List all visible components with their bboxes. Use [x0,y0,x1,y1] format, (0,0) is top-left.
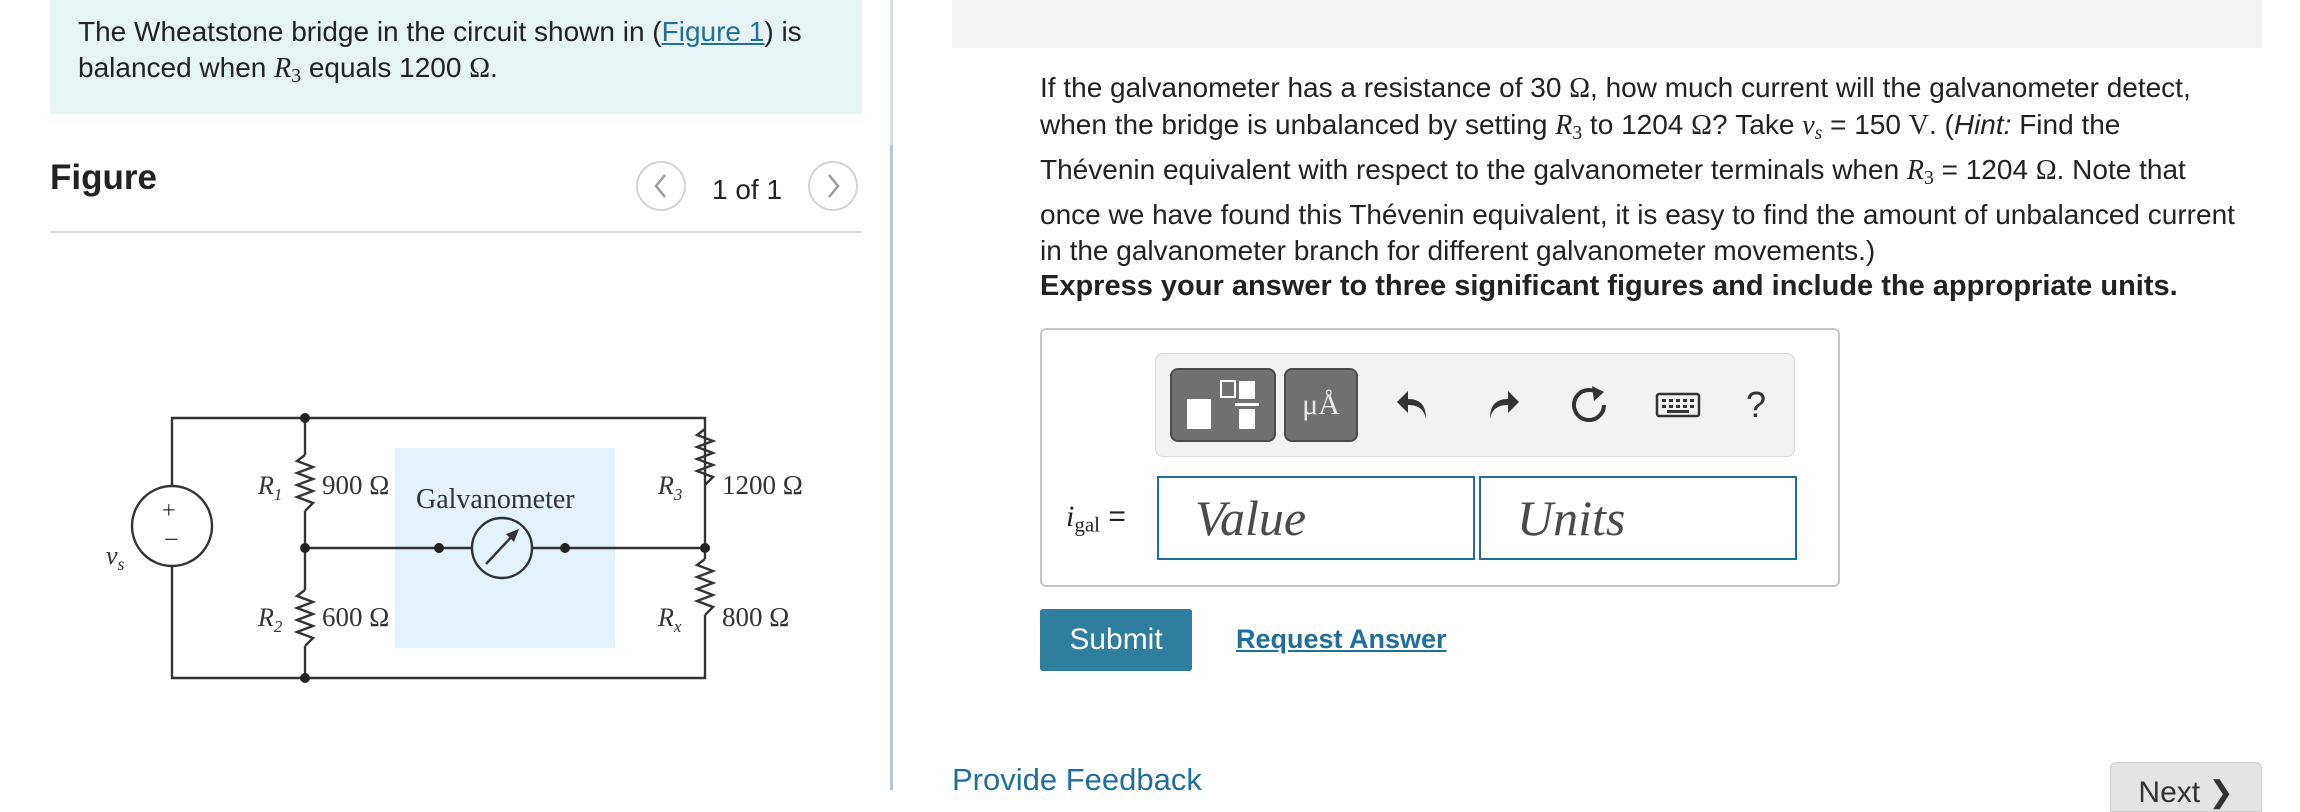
source-minus: − [164,525,179,554]
figure-next-button[interactable] [808,161,858,211]
question-text: If the galvanometer has a resistance of … [1040,70,2240,269]
intro-text-4: . [490,52,498,83]
math-toolbar: μÅ ? [1155,353,1795,457]
answer-equals: = [1100,500,1126,533]
help-button[interactable]: ? [1726,368,1786,442]
svg-text:R3: R3 [657,471,682,504]
reset-button[interactable] [1560,368,1620,442]
intro-ohm: Ω [469,53,491,84]
provide-feedback-link[interactable]: Provide Feedback [952,762,1202,798]
q-ohm-2: Ω [1691,110,1712,141]
q-hint: Hint: [1953,109,2012,140]
resistor-r1 [293,454,317,512]
fraction-template-icon [1187,380,1259,429]
undo-icon [1397,391,1426,419]
units-input[interactable] [1479,476,1797,560]
intro-text-box: The Wheatstone bridge in the circuit sho… [50,0,862,114]
value-input[interactable] [1157,476,1475,560]
figure-prev-button[interactable] [636,161,686,211]
q-vs-var: v [1802,110,1815,141]
svg-text:Rx: Rx [657,603,682,636]
q-text-1: If the galvanometer has a resistance of … [1040,72,1570,103]
r2-value: 600 Ω [322,602,389,632]
top-strip [952,0,2262,48]
undo-button[interactable] [1384,368,1444,442]
resistor-r2 [293,589,317,647]
template-button[interactable] [1170,368,1276,442]
q-volt: V [1908,110,1929,141]
q-text-4: ? Take [1711,109,1803,140]
q-r3-sub: 3 [1572,122,1583,144]
redo-icon [1490,391,1519,419]
r1-value: 900 Ω [322,470,389,500]
intro-r3-sub: 3 [291,65,302,87]
r1-label: R [257,471,274,500]
svg-text:vs: vs [106,541,125,574]
r3-sub: 3 [673,485,683,504]
symbols-button[interactable]: μÅ [1284,368,1358,442]
source-label: v [106,541,118,570]
q-text-8: = 1204 [1933,153,2036,185]
r2-label: R [257,603,274,632]
q-r3-var: R [1555,110,1573,141]
q-r3b-var: R [1906,154,1925,186]
figure-divider [50,231,862,233]
intro-text-1: The Wheatstone bridge in the circuit sho… [78,16,662,47]
source-sub: s [118,554,125,574]
intro-text-3: equals 1200 [301,52,470,83]
figure-heading: Figure [50,158,157,197]
next-button[interactable]: Next ❯ [2110,762,2262,812]
redo-button[interactable] [1472,368,1532,442]
intro-r3-var: R [274,53,292,84]
q-text-5: = 150 [1822,109,1909,140]
answer-sub: gal [1074,512,1100,537]
q-r3b-sub: 3 [1924,167,1934,189]
panel-divider-accent [890,145,893,790]
answer-label: igal = [1066,500,1126,537]
q-text-6: . ( [1928,109,1954,140]
figure-1-link[interactable]: Figure 1 [662,16,765,47]
rx-sub: x [673,617,682,636]
svg-text:R1: R1 [257,471,282,504]
resistor-rx [693,558,717,616]
submit-button[interactable]: Submit [1040,609,1192,671]
keyboard-icon [1655,392,1701,418]
figure-counter: 1 of 1 [712,174,783,205]
r2-sub: 2 [274,617,283,636]
chevron-left-icon [654,174,666,198]
q-text-3: to 1204 [1582,109,1692,140]
wheatstone-bridge-diagram: + − vs R1 900 Ω R2 600 Ω R3 1200 Ω Rx 80… [106,413,803,683]
rx-value: 800 Ω [722,602,789,632]
q-ohm-1: Ω [1569,73,1591,104]
galvanometer-label: Galvanometer [416,484,575,515]
source-plus: + [162,498,176,524]
rx-label: R [657,603,674,632]
answer-instruction: Express your answer to three significant… [1040,270,2178,302]
request-answer-link[interactable]: Request Answer [1236,624,1447,655]
reset-icon [1572,386,1606,422]
q-ohm-3: Ω [2035,154,2057,186]
chevron-right-icon [828,174,840,198]
svg-text:R2: R2 [257,603,283,636]
keyboard-button[interactable] [1648,368,1708,442]
r1-sub: 1 [274,485,283,504]
r3-value: 1200 Ω [722,470,803,500]
r3-label: R [657,471,674,500]
